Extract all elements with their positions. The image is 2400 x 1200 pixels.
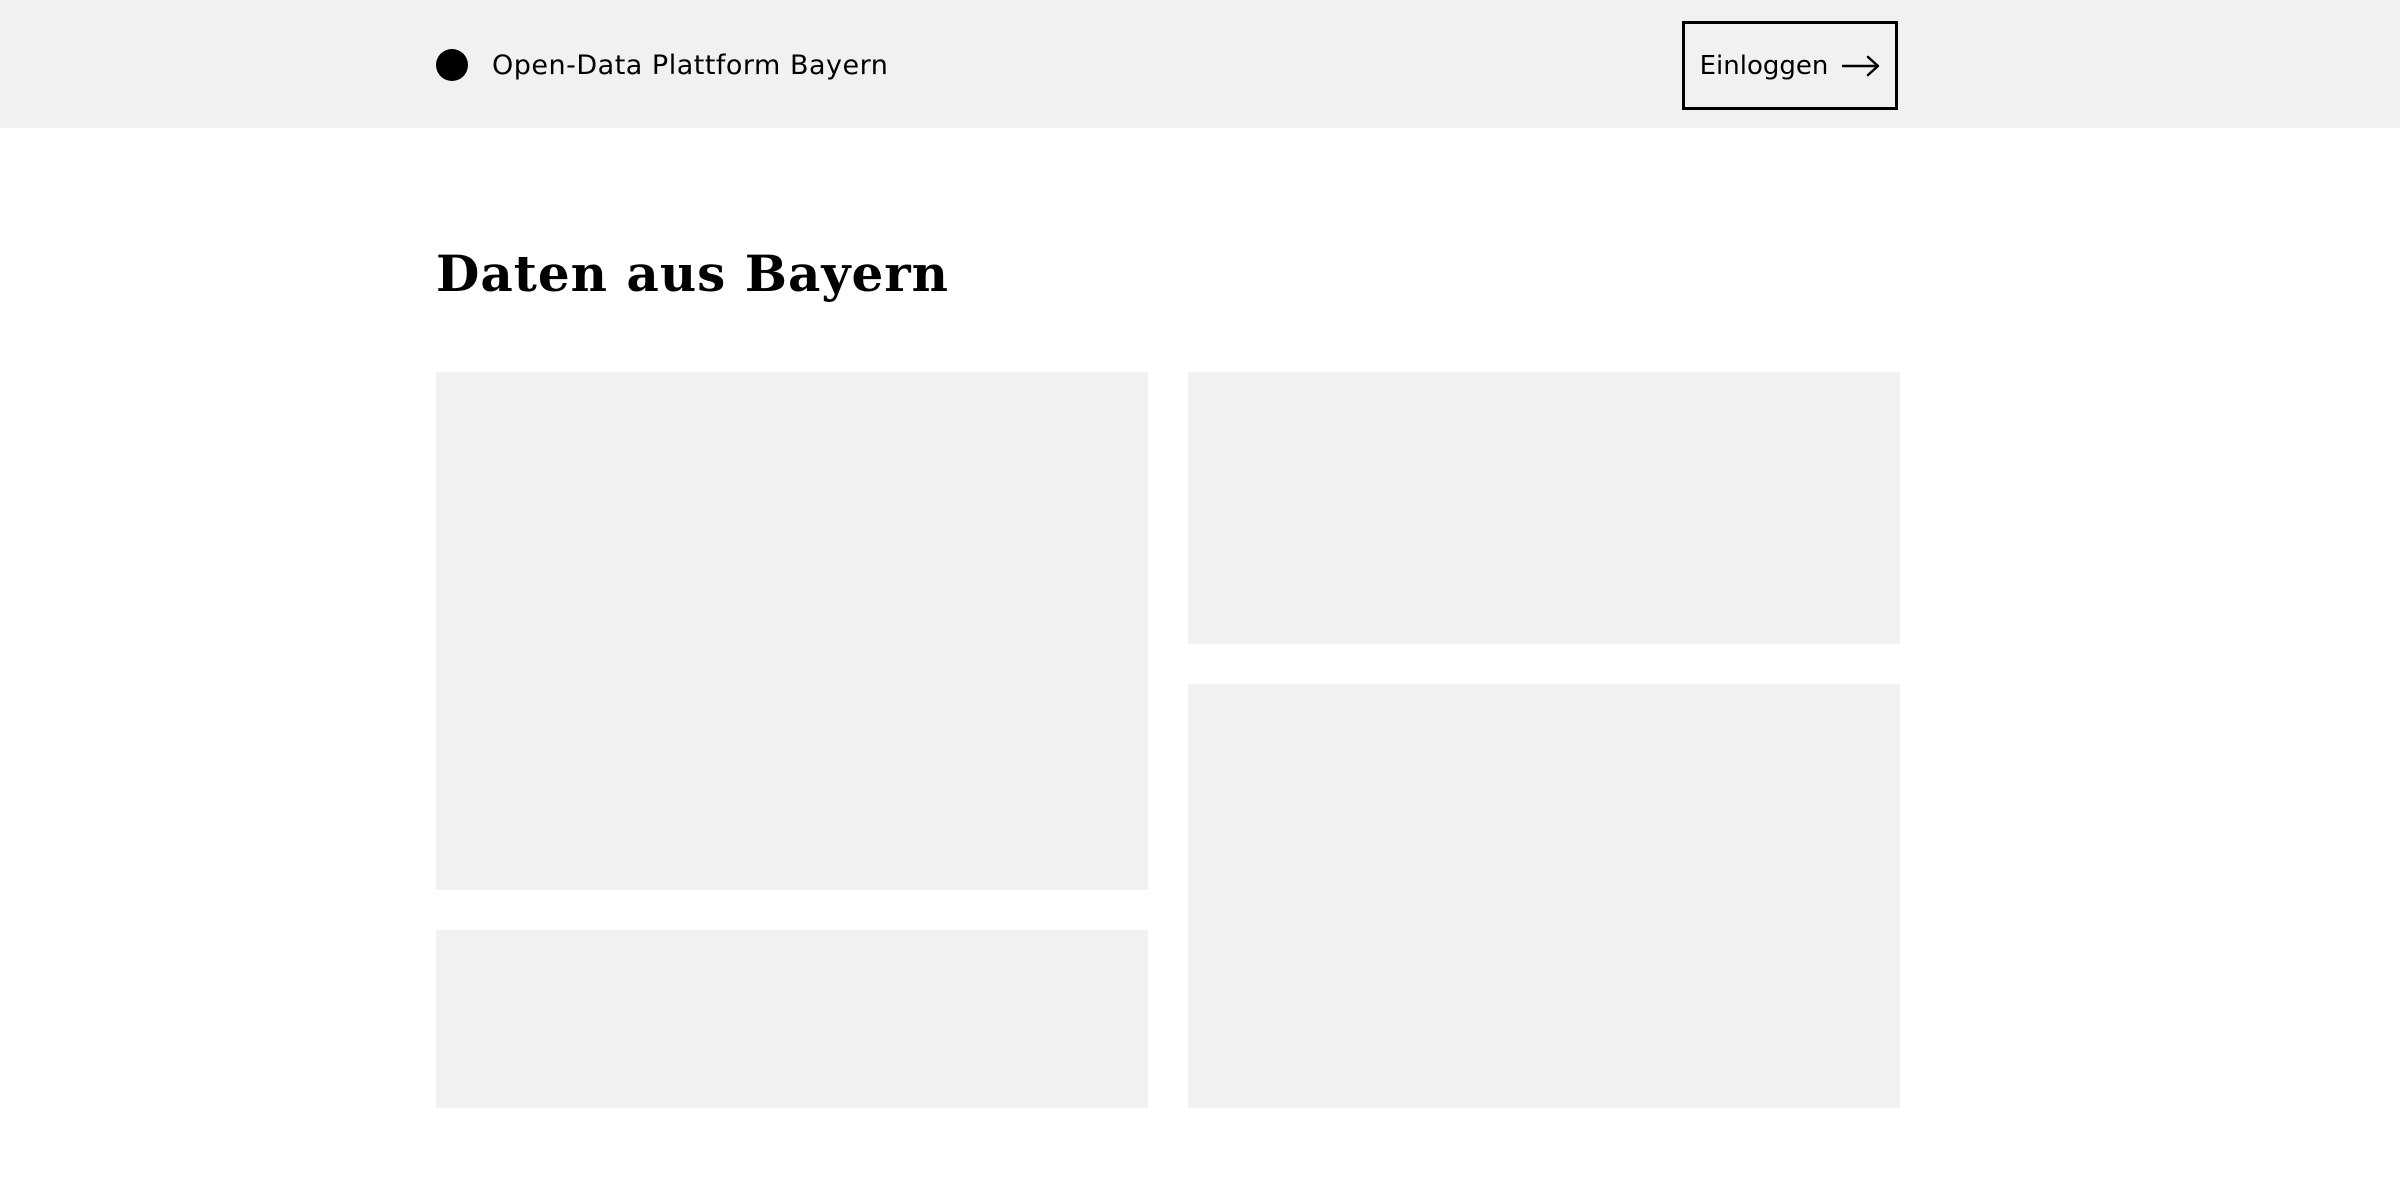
login-button[interactable]: Einloggen xyxy=(1682,21,1898,110)
brand-name: Open-Data Plattform Bayern xyxy=(492,49,889,81)
data-card-small-right[interactable] xyxy=(1188,372,1900,644)
page-title: Daten aus Bayern xyxy=(436,244,949,303)
brand-dot-icon xyxy=(436,49,468,81)
data-card-large-right[interactable] xyxy=(1188,684,1900,1108)
brand[interactable]: Open-Data Plattform Bayern xyxy=(436,46,888,84)
site-header: Open-Data Plattform Bayern Einloggen xyxy=(0,0,2400,128)
arrow-right-icon xyxy=(1842,55,1880,76)
login-button-label: Einloggen xyxy=(1699,50,1829,81)
data-card-small-left[interactable] xyxy=(436,930,1148,1108)
data-card-large-left[interactable] xyxy=(436,372,1148,890)
